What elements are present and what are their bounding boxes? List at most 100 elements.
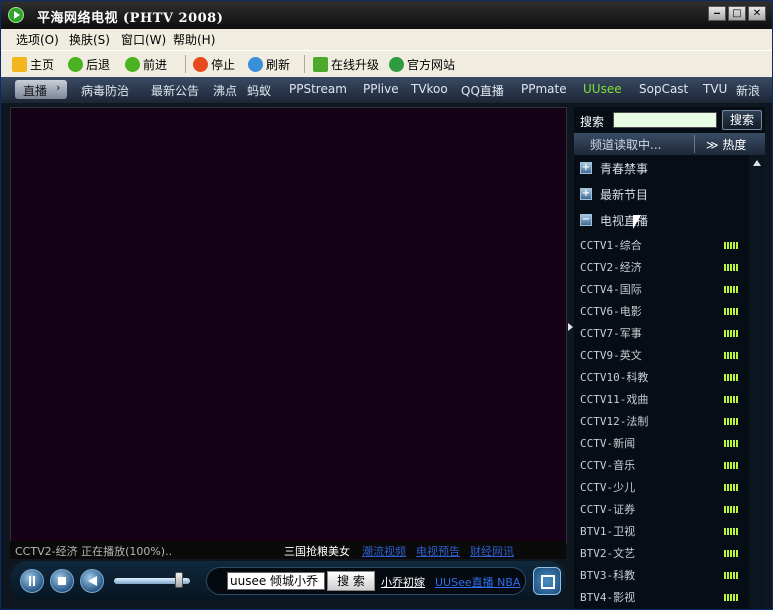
title-bar[interactable]: 平海网络电视 (PHTV 2008) ‒ □ ✕ <box>1 1 772 29</box>
menu-options[interactable]: 选项(O) <box>16 31 59 48</box>
nav-tab-sopcast[interactable]: SopCast <box>639 82 688 96</box>
pause-button[interactable] <box>20 569 44 593</box>
volume-slider-handle[interactable] <box>174 572 183 588</box>
channel-list-scrollbar[interactable] <box>749 155 765 609</box>
signal-strength-icon <box>724 396 739 403</box>
channel-item[interactable]: BTV4-影视 <box>580 586 742 606</box>
channel-name: CCTV-少儿 <box>580 481 636 494</box>
channel-item[interactable]: CCTV11-戏曲 <box>580 388 742 408</box>
bottom-search-input[interactable]: uusee 倾城小乔 <box>227 572 325 590</box>
stop-button[interactable]: 停止 <box>193 55 235 73</box>
online-upgrade-button[interactable]: 在线升级 <box>313 55 379 73</box>
channel-list: + 青春禁事 + 最新节目 − 电视直播 CCTV1-综合 CCTV2-经济 CCTV4-国际 C… <box>574 155 748 609</box>
menu-skin[interactable]: 换肤(S) <box>69 31 110 48</box>
channel-name: BTV1-卫视 <box>580 525 636 538</box>
ad-link-finance[interactable]: 财经网讯 <box>470 543 514 559</box>
channel-item[interactable]: CCTV6-电影 <box>580 300 742 320</box>
channel-item[interactable]: BTV2-文艺 <box>580 542 742 562</box>
ad-link-tv-preview[interactable]: 电视预告 <box>416 543 460 559</box>
uusee-nba-link[interactable]: UUSee直播 NBA <box>435 574 520 590</box>
promo-link[interactable]: 小乔初嫁 <box>381 574 425 590</box>
channel-item[interactable]: CCTV-新闻 <box>580 432 742 452</box>
channel-group[interactable]: + 青春禁事 <box>580 158 648 178</box>
playback-status: CCTV2-经济 正在播放(100%).. <box>15 545 173 558</box>
toolbar-separator <box>304 55 305 73</box>
forward-arrow-icon <box>125 56 140 72</box>
bottom-search-button[interactable]: 搜 索 <box>327 571 375 591</box>
channel-name: CCTV-新闻 <box>580 437 636 450</box>
sidebar-search-button[interactable]: 搜索 <box>722 110 762 130</box>
nav-tab-virus[interactable]: 病毒防治 <box>81 82 129 99</box>
nav-tab-ppmate[interactable]: PPmate <box>521 82 567 96</box>
sort-by-popularity-button[interactable]: ≫ 热度 <box>706 136 746 153</box>
channel-name: CCTV7-军事 <box>580 327 642 340</box>
refresh-button[interactable]: 刷新 <box>248 55 290 73</box>
ad-link-trend-video[interactable]: 潮流视频 <box>362 543 406 559</box>
expand-plus-icon[interactable]: + <box>580 162 592 174</box>
channel-name: CCTV9-英文 <box>580 349 642 362</box>
stop-playback-button[interactable] <box>50 569 74 593</box>
main-area: CCTV2-经济 正在播放(100%).. 三国抢粮美女 潮流视频 电视预告 财… <box>1 103 772 609</box>
menu-window[interactable]: 窗口(W) <box>121 31 166 48</box>
menu-help[interactable]: 帮助(H) <box>173 31 215 48</box>
channel-name: CCTV1-综合 <box>580 239 642 252</box>
channel-item[interactable]: CCTV12-法制 <box>580 410 742 430</box>
refresh-icon <box>248 56 263 72</box>
channel-item[interactable]: BTV1-卫视 <box>580 520 742 540</box>
home-button[interactable]: 主页 <box>12 55 54 73</box>
channel-item[interactable]: CCTV4-国际 <box>580 278 742 298</box>
scroll-up-arrow-icon[interactable] <box>753 160 761 166</box>
nav-tab-pplive[interactable]: PPlive <box>363 82 399 96</box>
channel-item[interactable]: CCTV-音乐 <box>580 454 742 474</box>
nav-tab-sina[interactable]: 新浪 <box>736 82 760 99</box>
upgrade-icon <box>313 56 328 72</box>
forward-button[interactable]: 前进 <box>125 55 167 73</box>
nav-tab-live[interactable]: 直播 › <box>15 80 67 99</box>
nav-tab-boiling[interactable]: 沸点 <box>213 82 237 99</box>
channel-item[interactable]: CCTV2-经济 <box>580 256 742 276</box>
maximize-button[interactable]: □ <box>728 6 746 21</box>
channel-item[interactable]: CCTV-证券 <box>580 498 742 518</box>
signal-strength-icon <box>724 308 739 315</box>
channel-name: CCTV12-法制 <box>580 415 649 428</box>
nav-tab-uusee[interactable]: UUsee <box>583 82 622 96</box>
signal-strength-icon <box>724 550 739 557</box>
signal-strength-icon <box>724 418 739 425</box>
nav-tab-qq-live[interactable]: QQ直播 <box>461 82 504 99</box>
channel-loading-status: 频道读取中... <box>590 138 662 152</box>
close-button[interactable]: ✕ <box>748 6 766 21</box>
toolbar: 主页 后退 前进 停止 刷新 在线升级 官方网站 <box>1 50 772 78</box>
channel-group[interactable]: + 最新节目 <box>580 184 648 204</box>
nav-tab-tvkoo[interactable]: TVkoo <box>411 82 448 96</box>
signal-strength-icon <box>724 528 739 535</box>
channel-item[interactable]: CCTV-少儿 <box>580 476 742 496</box>
signal-strength-icon <box>724 352 739 359</box>
collapse-minus-icon[interactable]: − <box>580 214 592 226</box>
channel-name: BTV2-文艺 <box>580 547 636 560</box>
expand-plus-icon[interactable]: + <box>580 188 592 200</box>
nav-tab-announcements[interactable]: 最新公告 <box>151 82 199 99</box>
official-website-button[interactable]: 官方网站 <box>389 55 455 73</box>
minimize-button[interactable]: ‒ <box>708 6 726 21</box>
stop-icon <box>193 56 208 72</box>
channel-item[interactable]: CCTV7-军事 <box>580 322 742 342</box>
collapse-sidebar-arrow-icon[interactable] <box>568 323 573 331</box>
signal-strength-icon <box>724 374 739 381</box>
channel-nav-bar: 直播 › 病毒防治 最新公告 沸点 蚂蚁 PPStream PPlive TVk… <box>1 77 772 103</box>
sidebar-search-input[interactable] <box>613 112 717 128</box>
channel-item[interactable]: BTV3-科教 <box>580 564 742 584</box>
back-button[interactable]: 后退 <box>68 55 110 73</box>
mute-button[interactable] <box>80 569 104 593</box>
fullscreen-button[interactable] <box>533 567 561 595</box>
ad-link[interactable]: 三国抢粮美女 <box>284 543 350 559</box>
channel-item[interactable]: CCTV9-英文 <box>580 344 742 364</box>
video-player[interactable] <box>10 107 567 544</box>
nav-tab-tvu[interactable]: TVU <box>703 82 727 96</box>
window-controls: ‒ □ ✕ <box>708 6 766 21</box>
channel-item[interactable]: CCTV10-科教 <box>580 366 742 386</box>
channel-item[interactable]: CCTV1-综合 <box>580 234 742 254</box>
player-control-bar: uusee 倾城小乔 搜 索 小乔初嫁 UUSee直播 NBA <box>10 561 566 601</box>
nav-tab-ppstream[interactable]: PPStream <box>289 82 347 96</box>
chevron-right-icon: › <box>56 81 61 94</box>
nav-tab-ant[interactable]: 蚂蚁 <box>247 82 271 99</box>
